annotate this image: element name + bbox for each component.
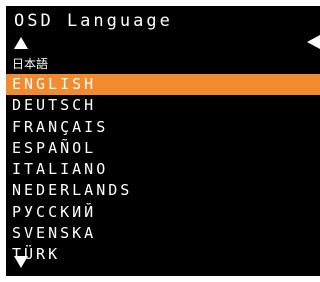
language-list: 日本語 ENGLISH DEUTSCH FRANÇAIS ESPAÑOL ITA… xyxy=(6,54,320,266)
language-option-english[interactable]: ENGLISH xyxy=(6,74,320,96)
language-option-espanol[interactable]: ESPAÑOL xyxy=(6,138,320,159)
scroll-down-icon[interactable] xyxy=(14,256,28,268)
scroll-up-icon[interactable] xyxy=(14,37,28,49)
language-option-svenska[interactable]: SVENSKA xyxy=(6,223,320,244)
language-option-japanese[interactable]: 日本語 xyxy=(6,54,320,74)
osd-menu-panel: OSD Language 日本語 ENGLISH DEUTSCH FRANÇAI… xyxy=(6,6,320,276)
menu-title: OSD Language xyxy=(14,11,173,31)
language-option-turk[interactable]: TÜRK xyxy=(6,244,320,265)
language-option-italiano[interactable]: ITALIANO xyxy=(6,159,320,180)
language-option-francais[interactable]: FRANÇAIS xyxy=(6,117,320,138)
language-option-deutsch[interactable]: DEUTSCH xyxy=(6,95,320,116)
back-arrow-icon[interactable] xyxy=(307,35,320,49)
language-option-russian[interactable]: РУССКИЙ xyxy=(6,202,320,223)
screen: OSD Language 日本語 ENGLISH DEUTSCH FRANÇAI… xyxy=(0,0,320,282)
language-option-nederlands[interactable]: NEDERLANDS xyxy=(6,180,320,201)
